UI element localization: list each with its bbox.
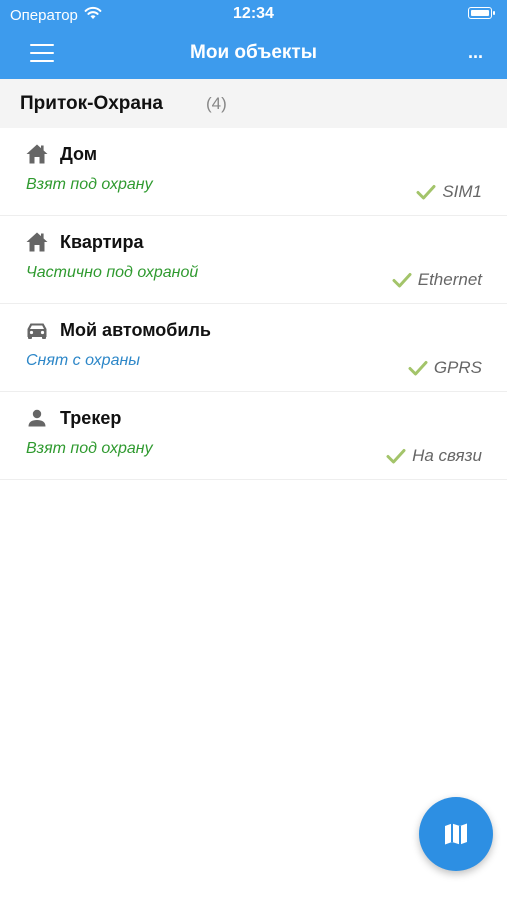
house-icon <box>25 142 49 166</box>
object-status: Взят под охрану <box>26 440 153 457</box>
status-bar: Оператор 12:34 <box>0 0 507 30</box>
group-title: Приток-Охрана <box>20 93 164 114</box>
object-name: Трекер <box>60 408 122 428</box>
object-name: Мой автомобиль <box>60 320 211 340</box>
check-icon <box>408 360 428 376</box>
objects-list: Дом Взят под охрану SIM1 Квартира Частич… <box>0 128 507 480</box>
check-icon <box>386 448 406 464</box>
object-status: Частично под охраной <box>26 264 199 281</box>
connection-status: GPRS <box>408 358 482 378</box>
map-icon <box>443 821 469 847</box>
object-name: Квартира <box>60 232 144 252</box>
car-icon <box>25 318 49 342</box>
top-bar: Оператор 12:34 Мои объекты ... <box>0 0 507 79</box>
object-status: Взят под охрану <box>26 176 153 193</box>
list-item-treker[interactable]: Трекер Взят под охрану На связи <box>0 392 507 480</box>
more-options-button[interactable]: ... <box>468 42 483 63</box>
group-header: Приток-Охрана (4) <box>0 79 507 128</box>
page-title: Мои объекты <box>190 42 317 63</box>
list-item-avtomobil[interactable]: Мой автомобиль Снят с охраны GPRS <box>0 304 507 392</box>
battery-icon <box>468 7 495 19</box>
connection-status: На связи <box>386 446 482 466</box>
connection-label: На связи <box>412 446 482 465</box>
connection-label: Ethernet <box>417 270 482 289</box>
person-icon <box>25 406 49 430</box>
list-item-dom[interactable]: Дом Взят под охрану SIM1 <box>0 128 507 216</box>
map-button[interactable] <box>419 797 493 871</box>
object-status: Снят с охраны <box>26 352 141 369</box>
connection-label: SIM1 <box>442 182 482 201</box>
group-count: (4) <box>206 94 227 113</box>
list-item-kvartira[interactable]: Квартира Частично под охраной Ethernet <box>0 216 507 304</box>
connection-status: SIM1 <box>416 182 482 202</box>
check-icon <box>392 272 412 288</box>
connection-status: Ethernet <box>392 270 482 290</box>
object-name: Дом <box>60 144 98 164</box>
navigation-bar: Мои объекты ... <box>0 30 507 79</box>
connection-label: GPRS <box>433 358 482 377</box>
check-icon <box>416 184 436 200</box>
status-time: 12:34 <box>233 5 274 22</box>
house-icon <box>25 230 49 254</box>
